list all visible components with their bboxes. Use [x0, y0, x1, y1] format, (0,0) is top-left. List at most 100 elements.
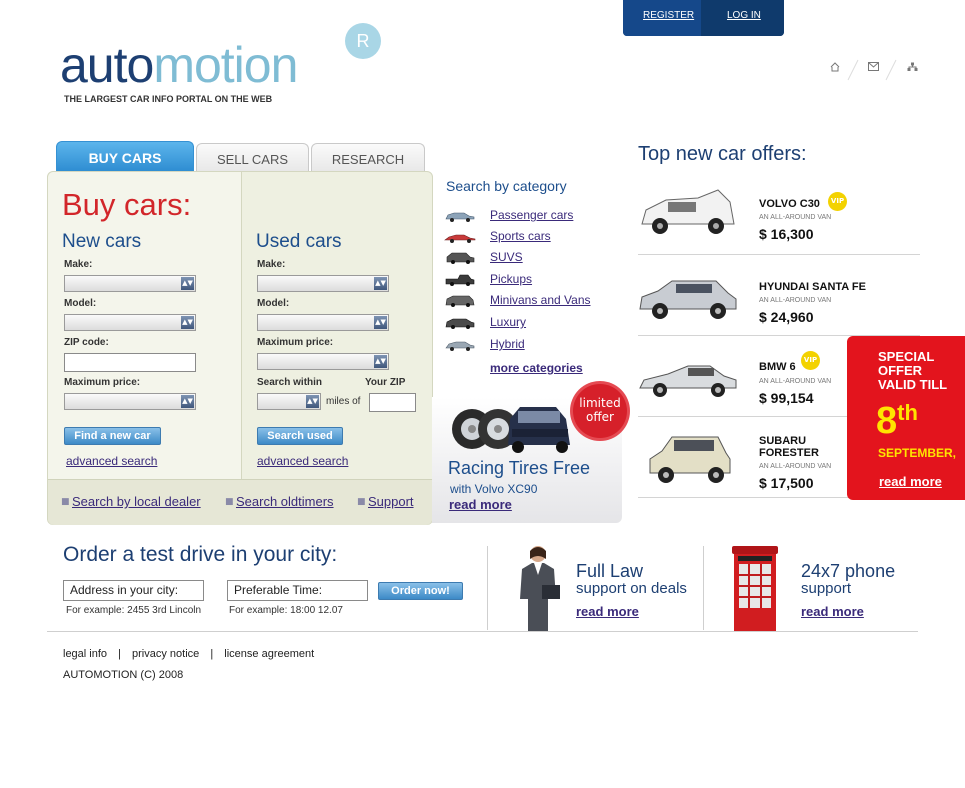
- offer-price: $ 16,300: [759, 226, 814, 242]
- pickup-icon: [445, 274, 475, 286]
- more-categories-link[interactable]: more categories: [490, 361, 583, 375]
- used-zip-input[interactable]: [369, 393, 416, 412]
- chevron-down-icon: ▲▼: [374, 355, 387, 368]
- category-label[interactable]: Pickups: [490, 272, 532, 286]
- support-link[interactable]: Support: [368, 494, 414, 509]
- limited-offer-badge: limited offer: [573, 384, 627, 438]
- login-button[interactable]: LOG IN: [701, 0, 784, 36]
- mail-icon[interactable]: [868, 62, 879, 74]
- legal-info-link[interactable]: legal info: [63, 648, 107, 660]
- register-label[interactable]: REGISTER: [643, 10, 694, 21]
- category-item[interactable]: Pickups: [444, 271, 624, 291]
- search-used-button[interactable]: Search used: [257, 427, 343, 445]
- divider: [487, 546, 488, 630]
- chevron-down-icon: ▲▼: [306, 395, 319, 408]
- used-make-select[interactable]: ▲▼: [257, 275, 389, 292]
- special-read-more-link[interactable]: read more: [879, 474, 942, 489]
- category-item[interactable]: Minivans and Vans: [444, 292, 624, 312]
- law-read-more-link[interactable]: read more: [576, 604, 639, 619]
- category-heading: Search by category: [446, 178, 567, 194]
- category-item[interactable]: SUVS: [444, 249, 624, 269]
- copyright: AUTOMOTION (C) 2008: [63, 669, 184, 681]
- category-item[interactable]: Sports cars: [444, 228, 624, 248]
- category-label[interactable]: Minivans and Vans: [490, 293, 591, 307]
- used-model-select[interactable]: ▲▼: [257, 314, 389, 331]
- tires-read-more-link[interactable]: read more: [449, 497, 512, 512]
- time-input[interactable]: Preferable Time:: [227, 580, 368, 601]
- phone-booth-image: [732, 546, 778, 632]
- offer-item[interactable]: HYUNDAI SANTA FE AN ALL-AROUND VAN $ 24,…: [638, 255, 920, 336]
- car-image: [649, 436, 731, 483]
- phone-subtitle: support: [801, 580, 852, 597]
- tab-research[interactable]: RESEARCH: [311, 143, 425, 174]
- used-within-select[interactable]: ▲▼: [257, 393, 321, 410]
- privacy-notice-link[interactable]: privacy notice: [132, 648, 199, 660]
- offer-price: $ 17,500: [759, 475, 814, 491]
- offer-name[interactable]: HYUNDAI SANTA FE: [759, 281, 866, 293]
- category-label[interactable]: Sports cars: [490, 229, 551, 243]
- new-maxprice-label: Maximum price:: [64, 377, 141, 388]
- new-make-select[interactable]: ▲▼: [64, 275, 196, 292]
- address-input[interactable]: Address in your city:: [63, 580, 204, 601]
- category-item[interactable]: Luxury: [444, 314, 624, 334]
- new-advanced-search-link[interactable]: advanced search: [66, 454, 157, 468]
- used-maxprice-select[interactable]: ▲▼: [257, 353, 389, 370]
- login-label[interactable]: LOG IN: [727, 10, 761, 21]
- tagline: THE LARGEST CAR INFO PORTAL ON THE WEB: [64, 94, 273, 104]
- hybrid-car-icon: [445, 341, 475, 351]
- minivan-icon: [445, 295, 475, 307]
- tires-subtitle: with Volvo XC90: [450, 482, 538, 496]
- offer-name[interactable]: BMW 6: [759, 361, 796, 373]
- find-new-car-button[interactable]: Find a new car: [64, 427, 161, 445]
- category-item[interactable]: Passenger cars: [444, 207, 624, 227]
- new-zip-input[interactable]: [64, 353, 196, 372]
- category-label[interactable]: Hybrid: [490, 337, 525, 351]
- home-icon[interactable]: [830, 62, 840, 75]
- new-model-label: Model:: [64, 298, 97, 309]
- chevron-down-icon: ▲▼: [374, 277, 387, 290]
- used-advanced-search-link[interactable]: advanced search: [257, 454, 348, 468]
- search-oldtimers-link[interactable]: Search oldtimers: [236, 494, 334, 509]
- license-agreement-link[interactable]: license agreement: [224, 648, 314, 660]
- special-offer-banner: SPECIAL OFFER VALID TILL 8th SEPTEMBER, …: [847, 336, 965, 500]
- tab-sell-cars[interactable]: SELL CARS: [196, 143, 309, 174]
- offer-kind: AN ALL-AROUND VAN: [759, 297, 832, 304]
- offer-name[interactable]: VOLVO C30: [759, 198, 820, 210]
- car-image: [641, 189, 735, 234]
- special-date: 8th: [876, 400, 918, 443]
- bullet-icon: ■: [357, 497, 366, 507]
- address-example: For example: 2455 3rd Lincoln: [66, 605, 202, 616]
- offer-name[interactable]: SUBARU FORESTER: [759, 435, 839, 459]
- offer-item[interactable]: VOLVO C30 VIP AN ALL-AROUND VAN $ 16,300: [638, 174, 920, 255]
- footer-divider: [47, 631, 918, 632]
- category-label[interactable]: Luxury: [490, 315, 526, 329]
- new-maxprice-select[interactable]: ▲▼: [64, 393, 196, 410]
- register-button[interactable]: REGISTER: [623, 0, 701, 36]
- divider-slash: [884, 58, 898, 85]
- phone-read-more-link[interactable]: read more: [801, 604, 864, 619]
- site-logo[interactable]: automotion: [60, 40, 298, 90]
- car-image: [639, 365, 737, 397]
- used-cars-heading: Used cars: [256, 231, 342, 252]
- category-label[interactable]: Passenger cars: [490, 208, 573, 222]
- order-now-button[interactable]: Order now!: [378, 582, 463, 600]
- luxury-car-icon: [445, 318, 475, 329]
- category-label[interactable]: SUVS: [490, 250, 523, 264]
- businesswoman-image: [520, 546, 560, 631]
- utility-icons: [828, 59, 928, 86]
- new-make-label: Make:: [64, 259, 93, 270]
- sitemap-icon[interactable]: [907, 62, 918, 75]
- used-within-label: Search within: [257, 377, 323, 388]
- divider: [703, 546, 704, 630]
- category-item[interactable]: Hybrid: [444, 336, 624, 356]
- law-subtitle: support on deals: [576, 580, 687, 597]
- used-model-label: Model:: [257, 298, 290, 309]
- offer-kind: AN ALL-AROUND VAN: [759, 378, 832, 385]
- tab-buy-cars[interactable]: BUY CARS: [56, 141, 194, 174]
- vip-badge: VIP: [828, 192, 847, 211]
- new-model-select[interactable]: ▲▼: [64, 314, 196, 331]
- footer-links: legal info | privacy notice | license ag…: [63, 648, 314, 660]
- tires-and-suv-image: [452, 407, 570, 453]
- search-local-dealer-link[interactable]: Search by local dealer: [72, 494, 201, 509]
- footer-separator: |: [118, 648, 121, 660]
